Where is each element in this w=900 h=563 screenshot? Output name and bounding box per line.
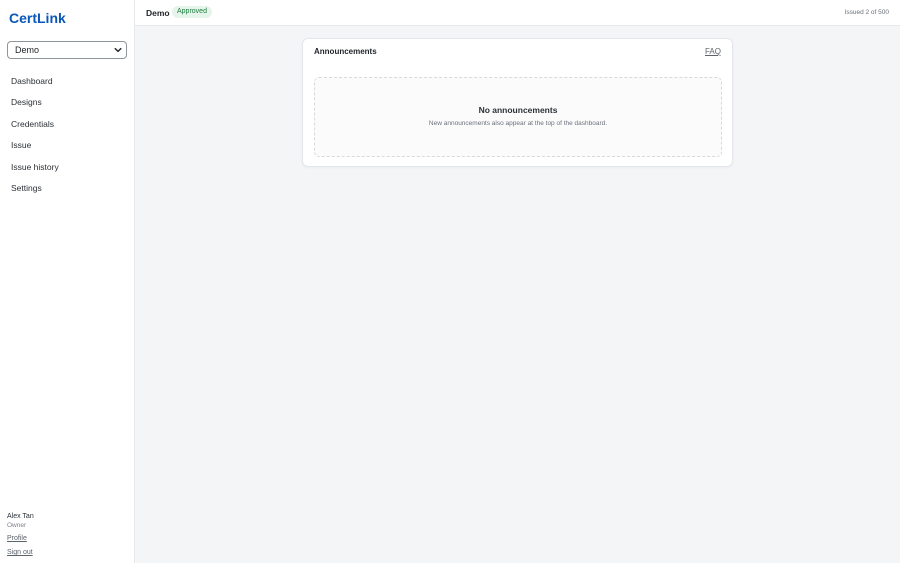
status-badge: Approved — [172, 6, 212, 18]
usage-counter: Issued 2 of 500 — [844, 9, 889, 16]
sidebar-item-credentials[interactable]: Credentials — [0, 114, 134, 135]
user-panel: Alex Tan Owner Profile Sign out — [7, 512, 127, 557]
sidebar-item-issue-history[interactable]: Issue history — [0, 157, 134, 178]
user-name: Alex Tan — [7, 513, 34, 520]
empty-state-title: No announcements — [478, 105, 558, 115]
announcements-title: Announcements — [314, 47, 377, 56]
org-select[interactable]: Demo — [7, 41, 127, 59]
empty-state-description: New announcements also appear at the top… — [428, 120, 608, 127]
app-root: CertLink Demo Dashboard Designs Credenti… — [0, 0, 900, 563]
faq-link[interactable]: FAQ — [705, 47, 721, 56]
sidebar-item-designs[interactable]: Designs — [0, 92, 134, 113]
sidebar-item-dashboard[interactable]: Dashboard — [0, 71, 134, 92]
brand-logo[interactable]: CertLink — [9, 10, 66, 26]
sidebar-item-settings[interactable]: Settings — [0, 178, 134, 199]
sign-out-link[interactable]: Sign out — [7, 548, 127, 557]
empty-state: No announcements New announcements also … — [314, 77, 722, 157]
sidebar: CertLink Demo Dashboard Designs Credenti… — [0, 0, 135, 563]
sidebar-item-issue[interactable]: Issue — [0, 135, 134, 156]
announcements-card: Announcements FAQ No announcements New a… — [302, 38, 733, 167]
org-name: Demo — [146, 8, 170, 18]
org-select-value: Demo — [15, 45, 40, 55]
topbar: Demo Approved Issued 2 of 500 — [135, 0, 900, 26]
profile-link[interactable]: Profile — [7, 534, 127, 543]
chevron-down-icon — [114, 47, 122, 53]
user-role: Owner — [7, 522, 27, 529]
sidebar-nav: Dashboard Designs Credentials Issue Issu… — [0, 71, 134, 199]
